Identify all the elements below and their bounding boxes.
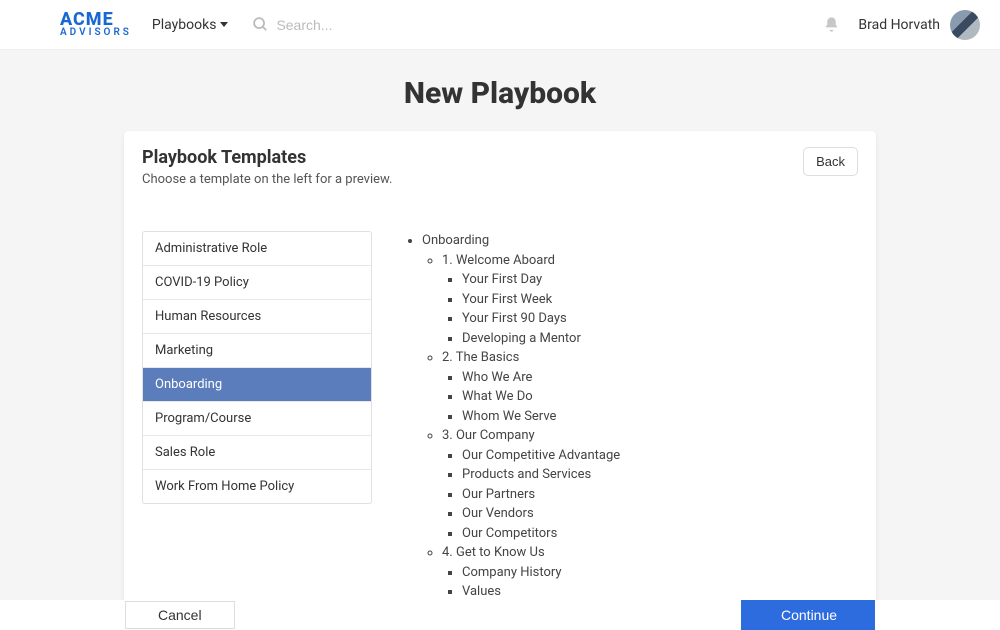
preview-section: 2. The BasicsWho We AreWhat We DoWhom We…: [442, 348, 858, 426]
template-item[interactable]: Program/Course: [143, 402, 371, 436]
search-input[interactable]: [276, 17, 456, 33]
preview-root: Onboarding1. Welcome AboardYour First Da…: [422, 231, 858, 609]
preview-item: Your First Day: [462, 270, 858, 290]
logo[interactable]: ACME ADVISORS: [60, 12, 132, 37]
preview-item: Our Vendors: [462, 504, 858, 524]
preview-item: Products and Services: [462, 465, 858, 485]
preview-item: What We Do: [462, 387, 858, 407]
nav-playbooks-label: Playbooks: [152, 17, 217, 33]
chevron-down-icon: [220, 22, 228, 27]
avatar[interactable]: [950, 10, 980, 40]
preview-section: 1. Welcome AboardYour First DayYour Firs…: [442, 251, 858, 349]
preview-item: Our Competitors: [462, 524, 858, 544]
back-button[interactable]: Back: [803, 147, 858, 176]
preview-item: Our Partners: [462, 485, 858, 505]
search-wrap: [252, 16, 456, 33]
preview-item: Your First 90 Days: [462, 309, 858, 329]
preview-item: Your First Week: [462, 290, 858, 310]
footer-bar: Cancel Continue: [0, 600, 1000, 630]
template-item[interactable]: COVID-19 Policy: [143, 266, 371, 300]
logo-text-top: ACME: [60, 12, 132, 28]
preview-item: Who We Are: [462, 368, 858, 388]
top-bar: ACME ADVISORS Playbooks Brad Horvath: [0, 0, 1000, 50]
bell-icon[interactable]: [823, 16, 840, 33]
template-item[interactable]: Administrative Role: [143, 232, 371, 266]
cancel-button[interactable]: Cancel: [125, 601, 235, 629]
template-item[interactable]: Human Resources: [143, 300, 371, 334]
template-item[interactable]: Sales Role: [143, 436, 371, 470]
preview-item: Whom We Serve: [462, 407, 858, 427]
preview-item: Values: [462, 582, 858, 602]
template-item[interactable]: Work From Home Policy: [143, 470, 371, 503]
logo-text-bottom: ADVISORS: [60, 28, 132, 37]
template-preview: Onboarding1. Welcome AboardYour First Da…: [394, 231, 858, 609]
continue-button[interactable]: Continue: [741, 600, 875, 630]
preview-section: 3. Our CompanyOur Competitive AdvantageP…: [442, 426, 858, 543]
nav-playbooks[interactable]: Playbooks: [152, 17, 229, 33]
card-title: Playbook Templates: [142, 147, 392, 168]
template-card: Playbook Templates Choose a template on …: [124, 131, 876, 609]
template-item[interactable]: Onboarding: [143, 368, 371, 402]
preview-item: Developing a Mentor: [462, 329, 858, 349]
preview-item: Our Competitive Advantage: [462, 446, 858, 466]
template-item[interactable]: Marketing: [143, 334, 371, 368]
search-icon: [252, 16, 269, 33]
template-list: Administrative RoleCOVID-19 PolicyHuman …: [142, 231, 372, 504]
user-name[interactable]: Brad Horvath: [858, 17, 940, 33]
page-title: New Playbook: [0, 76, 1000, 111]
card-subtitle: Choose a template on the left for a prev…: [142, 172, 392, 187]
preview-item: Company History: [462, 563, 858, 583]
